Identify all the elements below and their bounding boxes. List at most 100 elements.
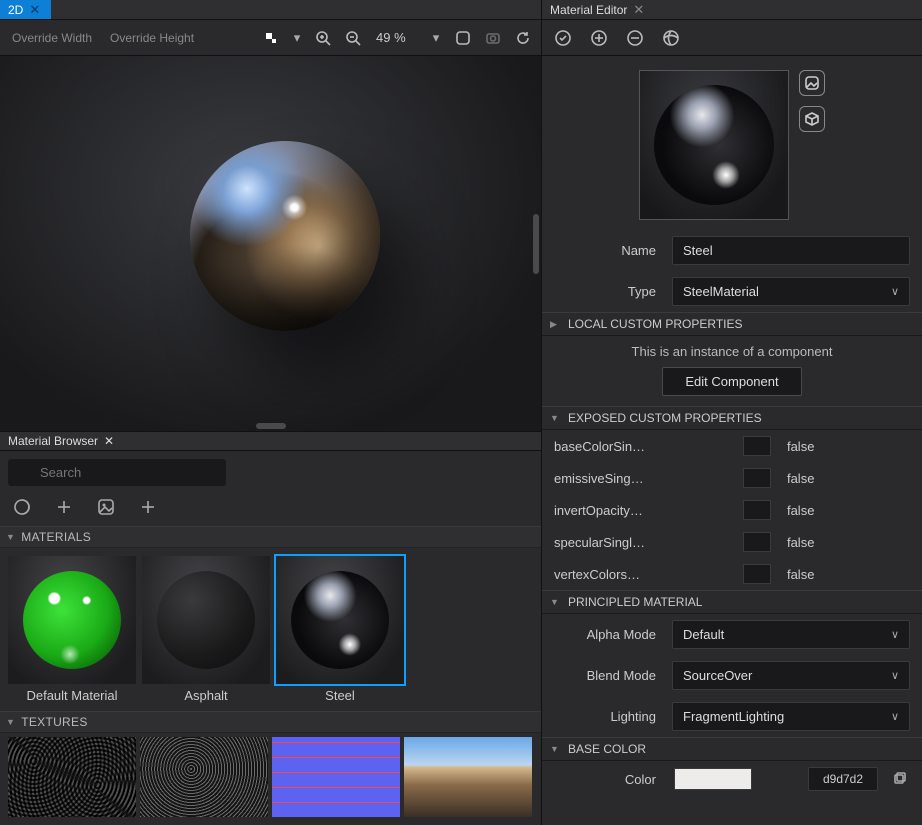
chevron-down-icon: ∨ (891, 285, 899, 298)
section-exposed[interactable]: ▼ EXPOSED CUSTOM PROPERTIES (542, 406, 922, 430)
exposed-prop-name: vertexColors… (554, 567, 646, 582)
close-icon[interactable]: ✕ (29, 3, 43, 16)
alpha-mode-label: Alpha Mode (554, 627, 664, 642)
section-basecolor-label: BASE COLOR (568, 742, 646, 756)
exposed-prop-swatch[interactable] (743, 564, 771, 584)
section-textures-label: TEXTURES (21, 715, 87, 729)
add-circle-icon[interactable] (588, 27, 610, 49)
texture-thumb[interactable] (272, 737, 400, 817)
color-hex-input[interactable]: d9d7d2 (808, 767, 878, 791)
material-label: Default Material (8, 688, 136, 703)
exposed-prop-name: specularSingl… (554, 535, 646, 550)
zoom-input[interactable] (372, 28, 428, 47)
editor-tabbar: Material Editor ✕ (542, 0, 922, 20)
viewport-toolbar: Override Width Override Height ▾ ▾ (0, 20, 541, 56)
exposed-row: emissiveSingl… false (542, 462, 922, 494)
remove-circle-icon[interactable] (624, 27, 646, 49)
material-editor-title: Material Editor (550, 3, 627, 17)
exposed-prop-swatch[interactable] (743, 532, 771, 552)
search-row (0, 451, 541, 494)
viewport-scrollbar[interactable] (533, 214, 539, 274)
edit-component-button[interactable]: Edit Component (662, 367, 801, 396)
material-card-steel[interactable]: Steel (276, 556, 404, 703)
section-exposed-label: EXPOSED CUSTOM PROPERTIES (568, 411, 762, 425)
add-texture-icon[interactable] (136, 495, 160, 519)
material-label: Steel (276, 688, 404, 703)
texture-thumb[interactable] (8, 737, 136, 817)
zoom-out-icon[interactable] (341, 26, 365, 50)
blend-mode-select[interactable]: SourceOver∨ (672, 661, 910, 690)
chevron-down-icon: ▼ (550, 597, 560, 607)
chevron-down-icon: ▼ (6, 717, 15, 727)
section-textures[interactable]: ▼ TEXTURES (0, 711, 541, 733)
snapshot-icon[interactable] (481, 26, 505, 50)
chevron-down-icon: ▼ (550, 413, 560, 423)
material-browser-title: Material Browser (8, 434, 98, 448)
chevron-down-icon: ∨ (891, 628, 899, 641)
exposed-row: invertOpacity… false (542, 494, 922, 526)
exposed-prop-value: false (787, 471, 814, 486)
instance-text: This is an instance of a component (542, 336, 922, 365)
viewport-2d[interactable] (0, 56, 541, 431)
env-icon[interactable] (799, 70, 825, 96)
viewport-tabbar: 2D ✕ (0, 0, 541, 20)
exposed-prop-value: false (787, 567, 814, 582)
material-preview (639, 70, 789, 220)
material-card-default[interactable]: Default Material (8, 556, 136, 703)
material-ball-icon[interactable] (660, 27, 682, 49)
lighting-label: Lighting (554, 709, 664, 724)
close-icon[interactable]: ✕ (104, 434, 114, 448)
tab-2d-label: 2D (8, 3, 23, 17)
color-swatch[interactable] (674, 768, 752, 790)
texture-thumb[interactable] (404, 737, 532, 817)
tab-2d[interactable]: 2D ✕ (0, 0, 51, 19)
tab-material-editor[interactable]: Material Editor ✕ (542, 0, 655, 19)
new-material-icon[interactable] (10, 495, 34, 519)
lighting-select[interactable]: FragmentLighting∨ (672, 702, 910, 731)
textures-row (0, 733, 541, 825)
section-local-custom[interactable]: ▶ LOCAL CUSTOM PROPERTIES (542, 312, 922, 336)
zoom-field-wrap: ▾ (371, 27, 445, 48)
override-height-button[interactable]: Override Height (104, 27, 200, 49)
color-label: Color (554, 772, 664, 787)
exposed-prop-name: invertOpacity… (554, 503, 646, 518)
close-icon[interactable]: ✕ (633, 3, 647, 16)
tab-material-browser[interactable]: Material Browser ✕ (0, 434, 122, 448)
browser-toolbar (0, 494, 541, 526)
exposed-prop-value: false (787, 535, 814, 550)
override-width-button[interactable]: Override Width (6, 27, 98, 49)
section-materials[interactable]: ▼ MATERIALS (0, 526, 541, 548)
copy-icon[interactable] (888, 768, 910, 790)
type-select[interactable]: SteelMaterial ∨ (672, 277, 910, 306)
material-browser-header: Material Browser ✕ (0, 431, 541, 451)
cube-icon[interactable] (799, 106, 825, 132)
apply-icon[interactable] (552, 27, 574, 49)
aspect-lock-icon[interactable] (259, 26, 283, 50)
zoom-dropdown-icon[interactable]: ▾ (428, 30, 444, 46)
material-label: Asphalt (142, 688, 270, 703)
exposed-prop-value: false (787, 503, 814, 518)
exposed-prop-swatch[interactable] (743, 468, 771, 488)
add-icon[interactable] (52, 495, 76, 519)
search-input[interactable] (8, 459, 226, 486)
blend-mode-label: Blend Mode (554, 668, 664, 683)
exposed-prop-swatch[interactable] (743, 436, 771, 456)
exposed-prop-swatch[interactable] (743, 500, 771, 520)
section-basecolor[interactable]: ▼ BASE COLOR (542, 737, 922, 761)
texture-thumb[interactable] (140, 737, 268, 817)
zoom-in-icon[interactable] (311, 26, 335, 50)
section-principled[interactable]: ▼ PRINCIPLED MATERIAL (542, 590, 922, 614)
alpha-mode-select[interactable]: Default∨ (672, 620, 910, 649)
chevron-down-icon: ▼ (6, 532, 15, 542)
material-preview-block (542, 56, 922, 230)
refresh-icon[interactable] (511, 26, 535, 50)
fit-view-icon[interactable] (451, 26, 475, 50)
viewport-resize-handle[interactable] (256, 423, 286, 429)
new-texture-icon[interactable] (94, 495, 118, 519)
material-card-asphalt[interactable]: Asphalt (142, 556, 270, 703)
aspect-dropdown-icon[interactable]: ▾ (289, 30, 305, 46)
chevron-down-icon: ∨ (891, 710, 899, 723)
exposed-prop-name: emissiveSingl… (554, 471, 646, 486)
section-principled-label: PRINCIPLED MATERIAL (568, 595, 702, 609)
name-input[interactable] (672, 236, 910, 265)
